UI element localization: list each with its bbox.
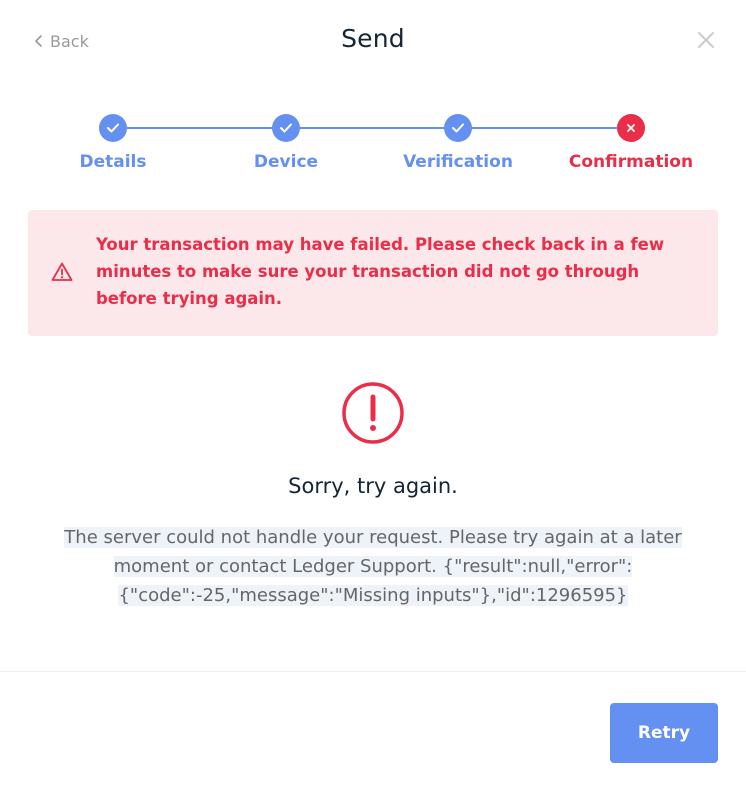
progress-stepper: Details Device Verification Confirmation [0, 112, 746, 182]
error-title: Sorry, try again. [288, 474, 458, 498]
error-line-1: The server could not handle your request… [64, 527, 682, 548]
step-label-verification: Verification [403, 152, 513, 172]
step-device-check-icon [272, 114, 300, 142]
page-title: Send [341, 24, 405, 53]
retry-button[interactable]: Retry [610, 703, 718, 763]
alert-message: Your transaction may have failed. Please… [96, 235, 665, 308]
error-line-3: {"code":-25,"message":"Missing inputs"},… [118, 585, 628, 606]
error-description: The server could not handle your request… [60, 523, 686, 610]
warning-triangle-icon [51, 261, 73, 283]
step-connector [472, 127, 617, 129]
step-label-details: Details [79, 152, 147, 172]
step-label-device: Device [253, 152, 319, 172]
step-verification-check-icon [444, 114, 472, 142]
error-alert-banner: Your transaction may have failed. Please… [28, 210, 718, 336]
footer-divider [0, 671, 746, 672]
step-confirmation-cross-icon [617, 114, 645, 142]
close-icon[interactable] [694, 28, 718, 52]
step-details-check-icon [99, 114, 127, 142]
error-line-2: moment or contact Ledger Support. {"resu… [113, 556, 633, 577]
step-connector [300, 127, 445, 129]
exclamation-circle-icon [341, 381, 405, 445]
step-label-confirmation: Confirmation [568, 152, 694, 172]
step-connector [127, 127, 273, 129]
